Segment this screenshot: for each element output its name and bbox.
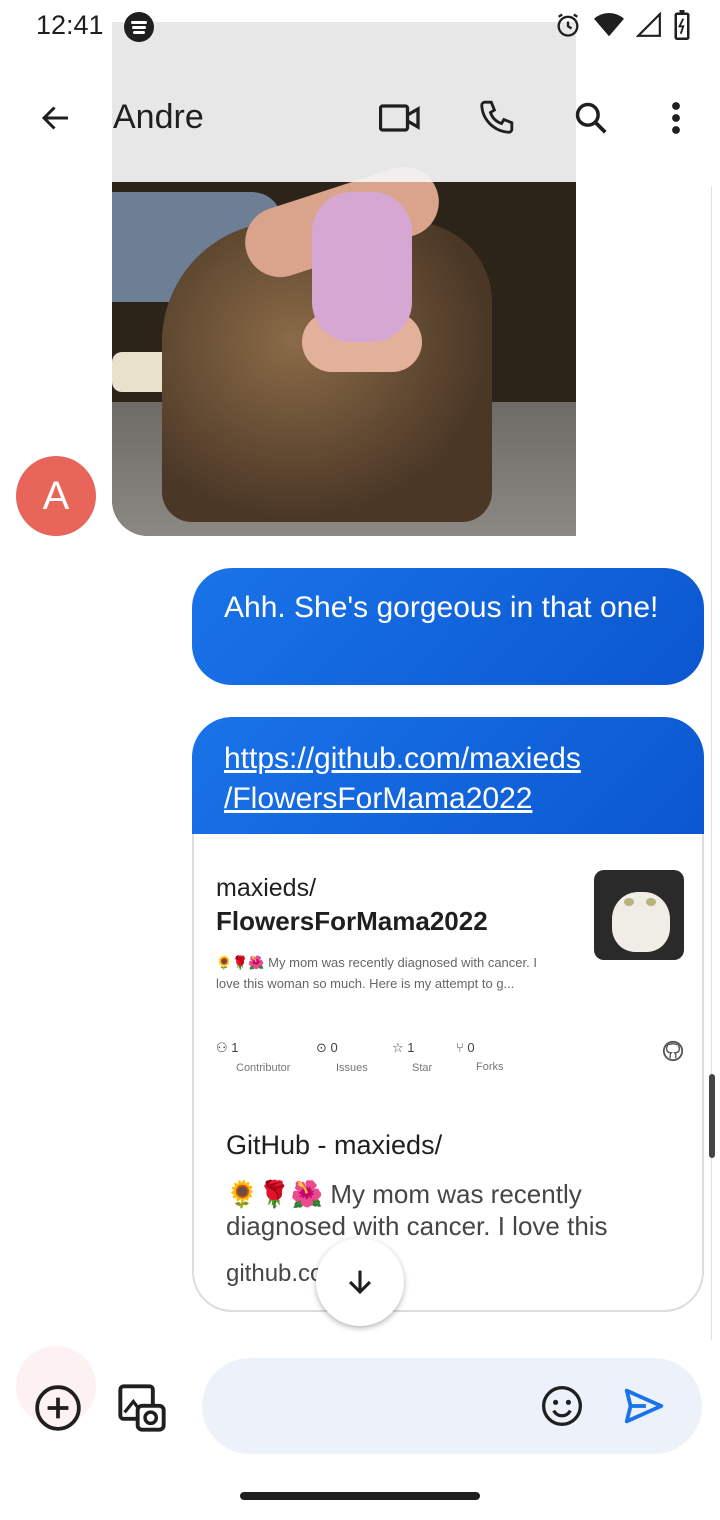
- more-vert-icon: [672, 102, 680, 134]
- wifi-icon: [594, 13, 624, 37]
- alarm-icon: [557, 13, 579, 37]
- emoji-icon: [542, 1386, 582, 1426]
- attach-button[interactable]: [28, 1378, 88, 1438]
- phone-icon: [480, 100, 514, 134]
- message-link-line1[interactable]: https://github.com/maxieds: [224, 742, 581, 775]
- more-options-button[interactable]: [646, 78, 706, 158]
- send-icon: [624, 1388, 664, 1424]
- gallery-button[interactable]: [112, 1378, 172, 1438]
- preview-description: 🌻🌹🌺 My mom was recently diagnosed with c…: [226, 1179, 608, 1241]
- arrow-down-icon: [348, 1270, 372, 1295]
- preview-title: GitHub - maxieds/: [226, 1130, 443, 1160]
- og-owner: maxieds/: [216, 874, 317, 902]
- stat-num: 0: [330, 1040, 338, 1055]
- stat-num: 0: [467, 1040, 475, 1055]
- cat-eye: [624, 898, 634, 906]
- back-button[interactable]: [26, 78, 86, 158]
- contact-name[interactable]: Andre: [113, 98, 204, 137]
- stat-contributors: ⚇ 1 Contributor: [216, 1040, 291, 1074]
- og-repo-name: FlowersForMama2022: [216, 906, 488, 936]
- repo-stats: ⚇ 1 Contributor ⊙ 0 Issues ☆ 1 Star ⑂ 0 …: [216, 1040, 686, 1080]
- scroll-to-bottom-button[interactable]: [316, 1238, 404, 1326]
- stat-label: Forks: [476, 1061, 504, 1073]
- video-call-icon: [379, 104, 420, 132]
- stat-label: Contributor: [236, 1062, 291, 1074]
- home-indicator[interactable]: [240, 1492, 480, 1500]
- outgoing-message[interactable]: Ahh. She's gorgeous in that one!: [192, 568, 704, 685]
- avatar[interactable]: A: [16, 456, 96, 536]
- og-thumbnail: [594, 870, 684, 960]
- back-arrow-icon: [41, 106, 68, 130]
- stat-num: 1: [231, 1040, 239, 1055]
- search-icon: [575, 102, 607, 134]
- link-preview-card[interactable]: maxieds/ FlowersForMama2022 🌻🌹🌺 My mom w…: [192, 834, 704, 1312]
- send-button[interactable]: [614, 1376, 674, 1436]
- github-icon: [662, 1040, 684, 1062]
- stat-label: Star: [412, 1062, 433, 1074]
- gallery-camera-icon: [118, 1384, 166, 1432]
- status-time: 12:41: [36, 10, 104, 40]
- stat-forks: ⑂ 0 Forks: [456, 1040, 504, 1073]
- signal-icon: [636, 11, 661, 37]
- preview-domain: github.co: [226, 1260, 324, 1287]
- stat-stars: ☆ 1 Star: [392, 1040, 433, 1074]
- message-input-container[interactable]: [202, 1358, 702, 1454]
- status-bar: 12:41: [0, 0, 720, 56]
- outgoing-link-message[interactable]: https://github.com/maxieds /FlowersForMa…: [192, 717, 704, 835]
- cat-face: [612, 892, 670, 952]
- phone-call-button[interactable]: [466, 78, 526, 158]
- message-text: Ahh. She's gorgeous in that one!: [224, 591, 659, 624]
- app-bar: Andre: [0, 78, 720, 158]
- scrollbar-thumb[interactable]: [709, 1074, 715, 1158]
- composer: [0, 1340, 720, 1470]
- search-button[interactable]: [561, 78, 621, 158]
- add-circle-icon: [35, 1385, 81, 1431]
- message-link-line2[interactable]: /FlowersForMama2022: [224, 782, 532, 815]
- stat-label: Issues: [336, 1062, 368, 1074]
- video-call-button[interactable]: [370, 78, 430, 158]
- battery-icon: [674, 10, 690, 40]
- spotify-icon: [124, 12, 154, 42]
- emoji-button[interactable]: [532, 1376, 592, 1436]
- message-input[interactable]: [232, 1386, 532, 1426]
- stat-issues: ⊙ 0 Issues: [316, 1040, 368, 1074]
- photo-detail: [312, 192, 412, 342]
- og-description: 🌻🌹🌺 My mom was recently diagnosed with c…: [216, 955, 537, 991]
- cat-eye: [646, 898, 656, 906]
- scroll-track: [711, 186, 712, 1466]
- stat-num: 1: [407, 1040, 415, 1055]
